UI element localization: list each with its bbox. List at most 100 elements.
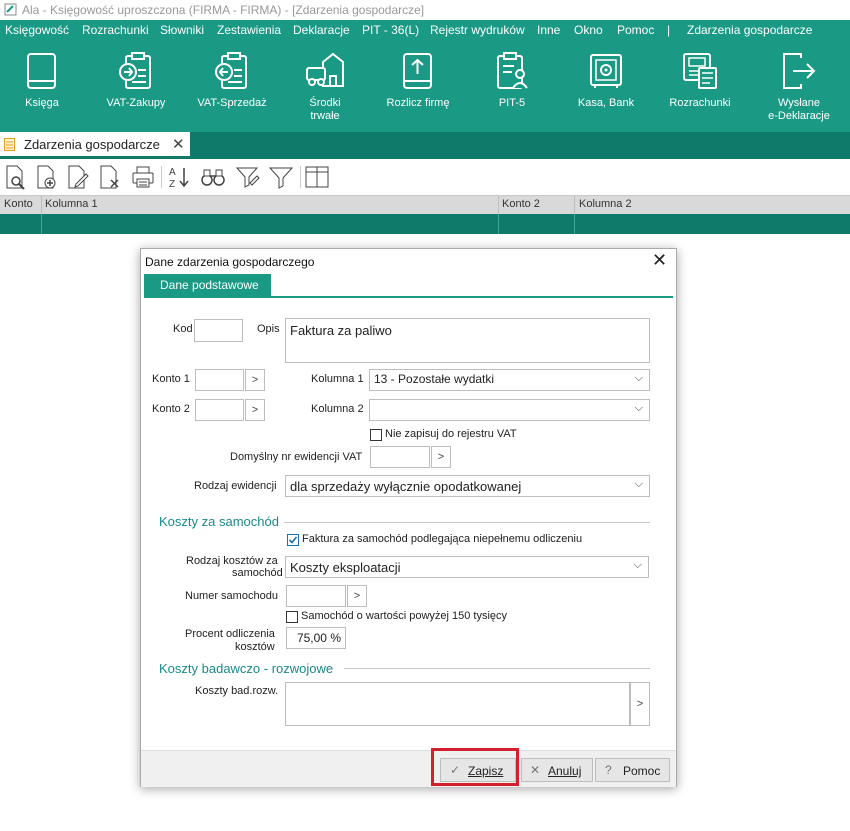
cancel-button[interactable]: ✕ Anuluj xyxy=(521,758,593,782)
rodzaj-ewidencji-select[interactable]: dla sprzedaży wyłącznie opodatkowanej ⌵ xyxy=(285,475,650,497)
ribbon-vat-zakupy-button[interactable]: VAT-Zakupy xyxy=(93,40,179,132)
menu-okno[interactable]: Okno xyxy=(574,23,603,37)
ribbon-label: Rozlicz firmę xyxy=(386,97,450,109)
column-header-konto2[interactable]: Konto 2 xyxy=(502,198,540,210)
section-divider xyxy=(284,522,650,523)
filter-icon[interactable] xyxy=(268,164,294,190)
event-details-dialog: Dane zdarzenia gospodarczego ✕ Dane pods… xyxy=(140,248,677,787)
column-header-kolumna2[interactable]: Kolumna 2 xyxy=(579,198,632,210)
chevron-down-icon: ⌵ xyxy=(634,402,643,414)
tab-label: Dane podstawowe xyxy=(160,278,259,292)
rodzaj-kosztow-value: Koszty eksploatacji xyxy=(290,560,401,575)
cell-separator xyxy=(574,214,575,234)
menu-ksiegowosc[interactable]: Księgowość xyxy=(5,23,69,37)
binoculars-icon[interactable] xyxy=(200,164,226,190)
svg-text:A: A xyxy=(169,167,176,178)
table-row-selected[interactable] xyxy=(0,214,850,234)
kolumna1-value: 13 - Pozostałe wydatki xyxy=(374,372,495,386)
edit-document-icon[interactable] xyxy=(64,164,90,190)
add-document-icon[interactable] xyxy=(33,164,59,190)
procent-field[interactable]: 75,00 % xyxy=(286,627,346,649)
menu-deklaracje[interactable]: Deklaracje xyxy=(293,23,350,37)
tab-zdarzenia-gospodarcze[interactable]: Zdarzenia gospodarcze ✕ xyxy=(0,132,190,156)
kolumna2-select[interactable]: ⌵ xyxy=(369,399,650,421)
konto1-browse-button[interactable]: > xyxy=(245,369,265,391)
rodzaj-kosztow-select[interactable]: Koszty eksploatacji ⌵ xyxy=(285,556,649,578)
settlements-icon xyxy=(683,53,717,89)
filter-edit-icon[interactable] xyxy=(235,164,261,190)
faktura-samochod-checkbox[interactable] xyxy=(287,534,299,546)
columns-icon[interactable] xyxy=(304,164,330,190)
column-header-kolumna1[interactable]: Kolumna 1 xyxy=(45,198,98,210)
sent-declarations-icon xyxy=(783,53,816,89)
tab-close-icon[interactable]: ✕ xyxy=(172,135,185,153)
kolumna2-label: Kolumna 2 xyxy=(311,403,364,415)
menu-pomoc[interactable]: Pomoc xyxy=(617,23,654,37)
opis-label: Opis xyxy=(257,323,280,335)
numer-samochodu-field[interactable] xyxy=(286,585,346,607)
print-icon[interactable] xyxy=(130,164,156,190)
upload-book-icon xyxy=(403,53,432,89)
delete-document-icon[interactable] xyxy=(96,164,122,190)
close-icon: ✕ xyxy=(530,763,541,777)
sort-az-icon[interactable]: AZ xyxy=(166,164,192,190)
menu-zdarzenia[interactable]: Zdarzenia gospodarcze xyxy=(687,23,812,37)
konto2-browse-button[interactable]: > xyxy=(245,399,265,421)
kolumna1-select[interactable]: 13 - Pozostałe wydatki ⌵ xyxy=(369,369,650,391)
menu-separator: | xyxy=(667,23,671,37)
ribbon-wyslane-e-deklaracje-button[interactable]: Wysłane e-Deklaracje xyxy=(752,40,846,132)
ribbon-label: VAT-Sprzedaż xyxy=(197,97,267,109)
ribbon-rozlicz-firme-button[interactable]: Rozlicz firmę xyxy=(378,40,458,132)
ribbon-vat-sprzedaz-button[interactable]: VAT-Sprzedaż xyxy=(187,40,277,132)
svg-text:Z: Z xyxy=(169,179,175,190)
toolbar-separator xyxy=(161,166,162,188)
konto1-field[interactable] xyxy=(195,369,244,391)
menu-rejestr[interactable]: Rejestr wydruków xyxy=(430,23,525,37)
tab-dane-podstawowe[interactable]: Dane podstawowe xyxy=(144,274,271,296)
ribbon-rozrachunki-button[interactable]: Rozrachunki xyxy=(660,40,740,132)
konto2-field[interactable] xyxy=(195,399,244,421)
ribbon-kasa-bank-button[interactable]: Kasa, Bank xyxy=(566,40,646,132)
ribbon-pit5-button[interactable]: PIT-5 xyxy=(472,40,552,132)
rodzaj-kosztow-label-line2: samochód xyxy=(232,567,283,579)
dialog-title: Dane zdarzenia gospodarczego xyxy=(145,255,315,269)
domyslny-nr-browse-button[interactable]: > xyxy=(431,446,451,468)
menu-zestawienia[interactable]: Zestawienia xyxy=(217,23,281,37)
dialog-body: Kod Opis Faktura za paliwo Konto 1 > Kol… xyxy=(144,298,673,750)
kod-label: Kod xyxy=(173,323,193,335)
ribbon-label: VAT-Zakupy xyxy=(106,97,166,109)
column-header-konto[interactable]: Konto xyxy=(4,198,33,210)
toolbar-separator xyxy=(300,166,301,188)
menu-inne[interactable]: Inne xyxy=(537,23,560,37)
column-separator xyxy=(498,196,499,214)
ribbon-ksiega-button[interactable]: Księga xyxy=(0,40,84,132)
faktura-samochod-label: Faktura za samochód podlegająca niepełne… xyxy=(302,533,583,545)
kod-field[interactable] xyxy=(194,319,243,342)
menu-rozrachunki[interactable]: Rozrachunki xyxy=(82,23,149,37)
help-button[interactable]: ? Pomoc xyxy=(595,758,670,782)
menu-pit36[interactable]: PIT - 36(L) xyxy=(362,23,419,37)
samochod-150-checkbox[interactable] xyxy=(286,611,298,623)
koszty-br-field[interactable] xyxy=(285,682,630,726)
tab-label: Zdarzenia gospodarcze xyxy=(24,137,160,152)
ribbon-label: Księga xyxy=(25,97,59,109)
koszty-br-label: Koszty bad.rozw. xyxy=(195,685,279,697)
help-button-label: Pomoc xyxy=(623,764,661,778)
dialog-close-icon[interactable]: ✕ xyxy=(652,250,667,271)
ribbon-label: Rozrachunki xyxy=(669,97,731,109)
help-icon: ? xyxy=(605,763,612,777)
domyslny-nr-field[interactable] xyxy=(370,446,430,468)
rodzaj-ewidencji-value: dla sprzedaży wyłącznie opodatkowanej xyxy=(290,479,522,494)
preview-document-icon[interactable] xyxy=(2,164,28,190)
safe-icon xyxy=(590,54,622,88)
rodzaj-ewidencji-label: Rodzaj ewidencji xyxy=(194,480,277,492)
menu-slowniki[interactable]: Słowniki xyxy=(160,23,204,37)
ribbon-srodki-trwale-button[interactable]: Środki trwałe xyxy=(283,40,367,132)
grid-toolbar: AZ xyxy=(0,160,850,194)
koszty-br-browse-button[interactable]: > xyxy=(630,682,650,726)
cell-separator xyxy=(41,214,42,234)
numer-samochodu-browse-button[interactable]: > xyxy=(347,585,367,607)
ribbon-label: Kasa, Bank xyxy=(577,97,635,109)
nie-zapisuj-checkbox[interactable] xyxy=(370,429,382,441)
opis-field[interactable]: Faktura za paliwo xyxy=(285,318,650,363)
